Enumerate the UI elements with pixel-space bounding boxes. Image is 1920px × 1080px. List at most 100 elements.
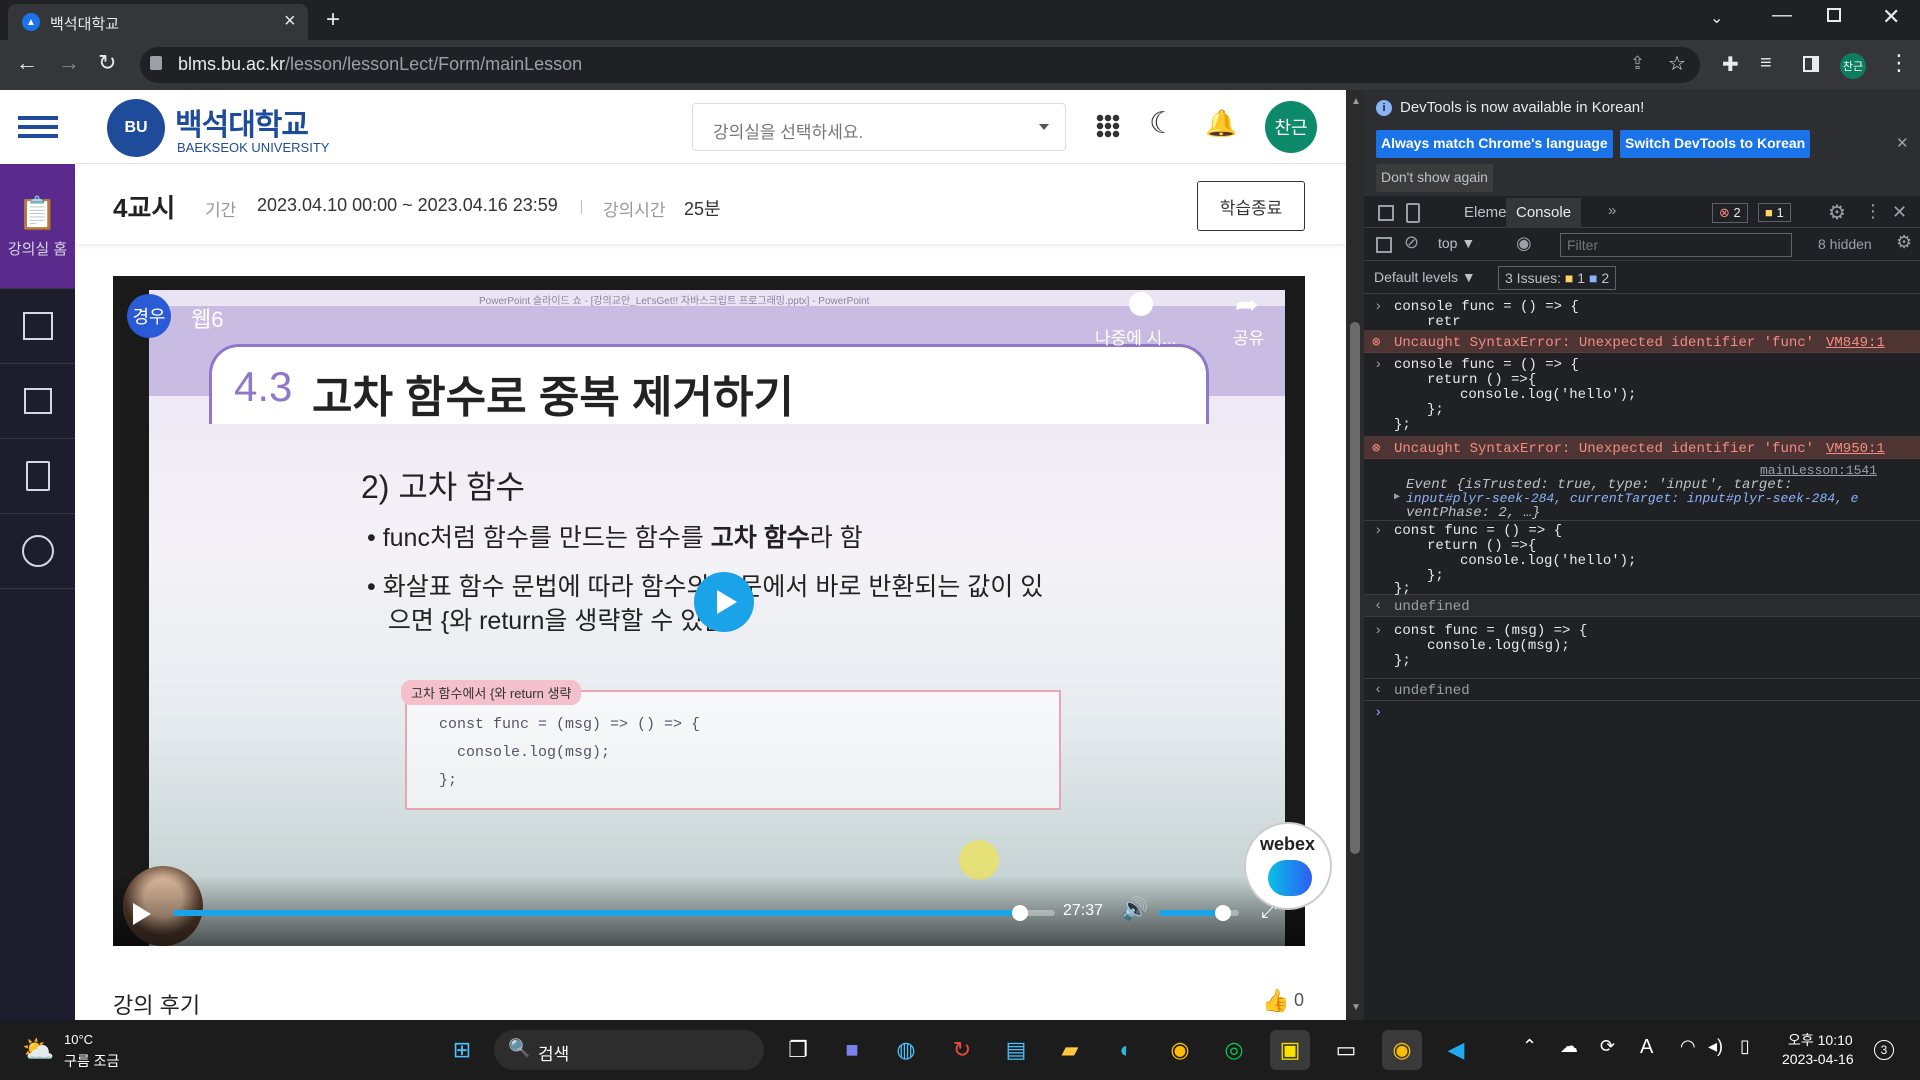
sidebar-item-list[interactable] [0,364,75,439]
chat-icon[interactable]: ■ [832,1030,872,1070]
chrome-menu-icon[interactable]: ⋮ [1888,50,1910,76]
terminal-icon[interactable]: ▭ [1326,1030,1366,1070]
taskbar-search[interactable]: 🔍 검색 [494,1030,764,1070]
close-window-icon[interactable]: ✕ [1882,4,1900,30]
switch-korean-button[interactable]: Switch DevTools to Korean [1620,130,1811,158]
sidebar-item-stats[interactable] [0,514,75,589]
sidepanel-icon[interactable] [1803,56,1819,72]
channel-badge[interactable]: 경우 [127,294,171,338]
expand-triangle-icon[interactable]: ▶ [1394,491,1400,503]
sidebar-item-book[interactable] [0,289,75,364]
share-arrow-icon[interactable]: ➦ [1235,288,1258,321]
app-globe-icon[interactable]: ◍ [886,1030,926,1070]
context-select[interactable]: top ▼ [1438,235,1475,251]
volume-thumb[interactable] [1215,905,1231,921]
device-toggle-icon[interactable] [1406,203,1420,223]
chrome-profile-icon[interactable]: ◉ [1382,1030,1422,1070]
dark-mode-icon[interactable]: ☾ [1149,106,1176,141]
sync-app-icon[interactable]: ↻ [942,1030,982,1070]
share-label[interactable]: 공유 [1233,324,1264,349]
share-page-icon[interactable]: ⇪ [1630,53,1645,74]
task-view-icon[interactable]: ❐ [778,1030,818,1070]
devtools-menu-icon[interactable]: ⋮ [1864,201,1882,222]
banner-close-icon[interactable]: ✕ [1896,134,1909,152]
sidebar-item-tasks[interactable] [0,439,75,514]
console-settings-icon[interactable]: ⚙ [1896,232,1912,253]
match-language-button[interactable]: Always match Chrome's language [1376,130,1613,158]
thumbs-up-icon[interactable]: 👍 [1262,988,1289,1014]
inspect-icon[interactable] [1378,205,1394,221]
line-app-icon[interactable]: ◎ [1214,1030,1254,1070]
extensions-icon[interactable]: ✚ [1722,52,1739,77]
live-expression-eye-icon[interactable]: ◉ [1516,233,1532,254]
edge-icon[interactable]: ◐ [1106,1030,1146,1070]
ime-icon[interactable]: A [1640,1036,1653,1059]
file-explorer-icon[interactable]: ▰ [1050,1030,1090,1070]
volume-slider[interactable] [1159,905,1239,921]
start-button[interactable]: ⊞ [442,1030,482,1070]
more-tabs-icon[interactable]: » [1608,202,1616,219]
speaker-icon[interactable]: ◂) [1708,1036,1723,1057]
console-filter-input[interactable] [1560,233,1792,257]
tab-search-icon[interactable]: ⌄ [1710,8,1723,28]
clock-time[interactable]: 오후 10:10 [1788,1030,1853,1050]
battery-icon[interactable]: ▯ [1740,1036,1750,1057]
media-icon[interactable]: ≡ [1760,52,1772,75]
end-lesson-button[interactable]: 학습종료 [1197,181,1305,231]
play-pause-button[interactable] [133,903,151,925]
chrome-icon[interactable]: ◉ [1160,1030,1200,1070]
weather-icon[interactable]: ⛅ [22,1034,54,1065]
menu-toggle[interactable] [0,90,75,164]
user-avatar[interactable]: 찬근 [1265,101,1317,153]
tab-console[interactable]: Console [1506,198,1582,228]
sync-tray-icon[interactable]: ⟳ [1600,1036,1615,1057]
apps-grid-icon[interactable] [1096,114,1120,138]
log-source-link[interactable]: mainLesson:1541 [1760,463,1877,478]
site-logo[interactable]: BU 백석대학교 BAEKSEOK UNIVERSITY [107,97,347,157]
profile-avatar[interactable]: 찬근 [1840,53,1866,79]
sidebar-toggle-icon[interactable] [1376,237,1392,253]
error-source-link[interactable]: VM950:1 [1826,441,1885,457]
wifi-icon[interactable]: ◠ [1680,1036,1696,1057]
channel-name[interactable]: 웹6 [191,302,223,334]
webex-logo[interactable]: webex [1244,822,1332,910]
scroll-up-icon[interactable]: ▲ [1351,96,1361,107]
hamburger-icon[interactable] [18,116,58,138]
browser-tab[interactable]: ▲ 백석대학교 × [8,4,308,40]
dont-show-button[interactable]: Don't show again [1376,164,1493,192]
scroll-thumb[interactable] [1350,322,1360,854]
back-icon[interactable]: ← [16,50,38,76]
scroll-down-icon[interactable]: ▼ [1351,1002,1361,1013]
restore-icon[interactable] [1827,8,1841,22]
error-badge[interactable]: ⊗ 2 [1712,203,1748,223]
clear-console-icon[interactable]: ⊘ [1404,232,1419,253]
lecture-select[interactable]: 강의실을 선택하세요. [692,103,1066,151]
error-source-link[interactable]: VM849:1 [1826,335,1885,351]
devtools-close-icon[interactable]: ✕ [1892,202,1907,223]
minimize-icon[interactable]: — [1772,4,1792,27]
reload-icon[interactable]: ↻ [98,50,116,76]
page-scrollbar[interactable]: ▲ ▼ [1346,90,1364,1020]
console-prompt[interactable]: › [1374,705,1382,721]
tab-close-icon[interactable]: × [284,10,296,33]
settings-gear-icon[interactable]: ⚙ [1828,200,1846,225]
notification-bell-icon[interactable]: 🔔 [1205,108,1237,139]
clock-icon[interactable] [1129,292,1153,316]
address-bar[interactable]: blms.bu.ac.kr/lesson/lessonLect/Form/mai… [140,47,1700,83]
seek-bar[interactable] [173,905,1055,921]
warning-badge[interactable]: ■ 1 [1758,203,1791,222]
tray-chevron-icon[interactable]: ⌃ [1522,1036,1537,1057]
forward-icon[interactable]: → [58,50,80,76]
notification-badge[interactable]: 3 [1874,1040,1894,1060]
seek-thumb[interactable] [1011,905,1028,921]
big-play-button[interactable] [694,572,754,632]
video-player[interactable]: PowerPoint 슬라이드 쇼 - [강의교안_Let'sGet!! 자바스… [113,276,1305,946]
sidebar-item-home[interactable]: 📋 강의실 홈 [0,164,75,289]
issues-button[interactable]: 3 Issues: ■ 1 ■ 2 [1498,266,1617,290]
watch-later-label[interactable]: 나중에 시... [1095,324,1176,349]
vscode-icon[interactable]: ◀ [1436,1030,1476,1070]
onedrive-icon[interactable]: ☁ [1560,1036,1578,1057]
bookmark-star-icon[interactable]: ☆ [1668,51,1686,76]
default-levels-dropdown[interactable]: Default levels ▼ [1374,269,1476,285]
notes-app-icon[interactable]: ▤ [996,1030,1036,1070]
